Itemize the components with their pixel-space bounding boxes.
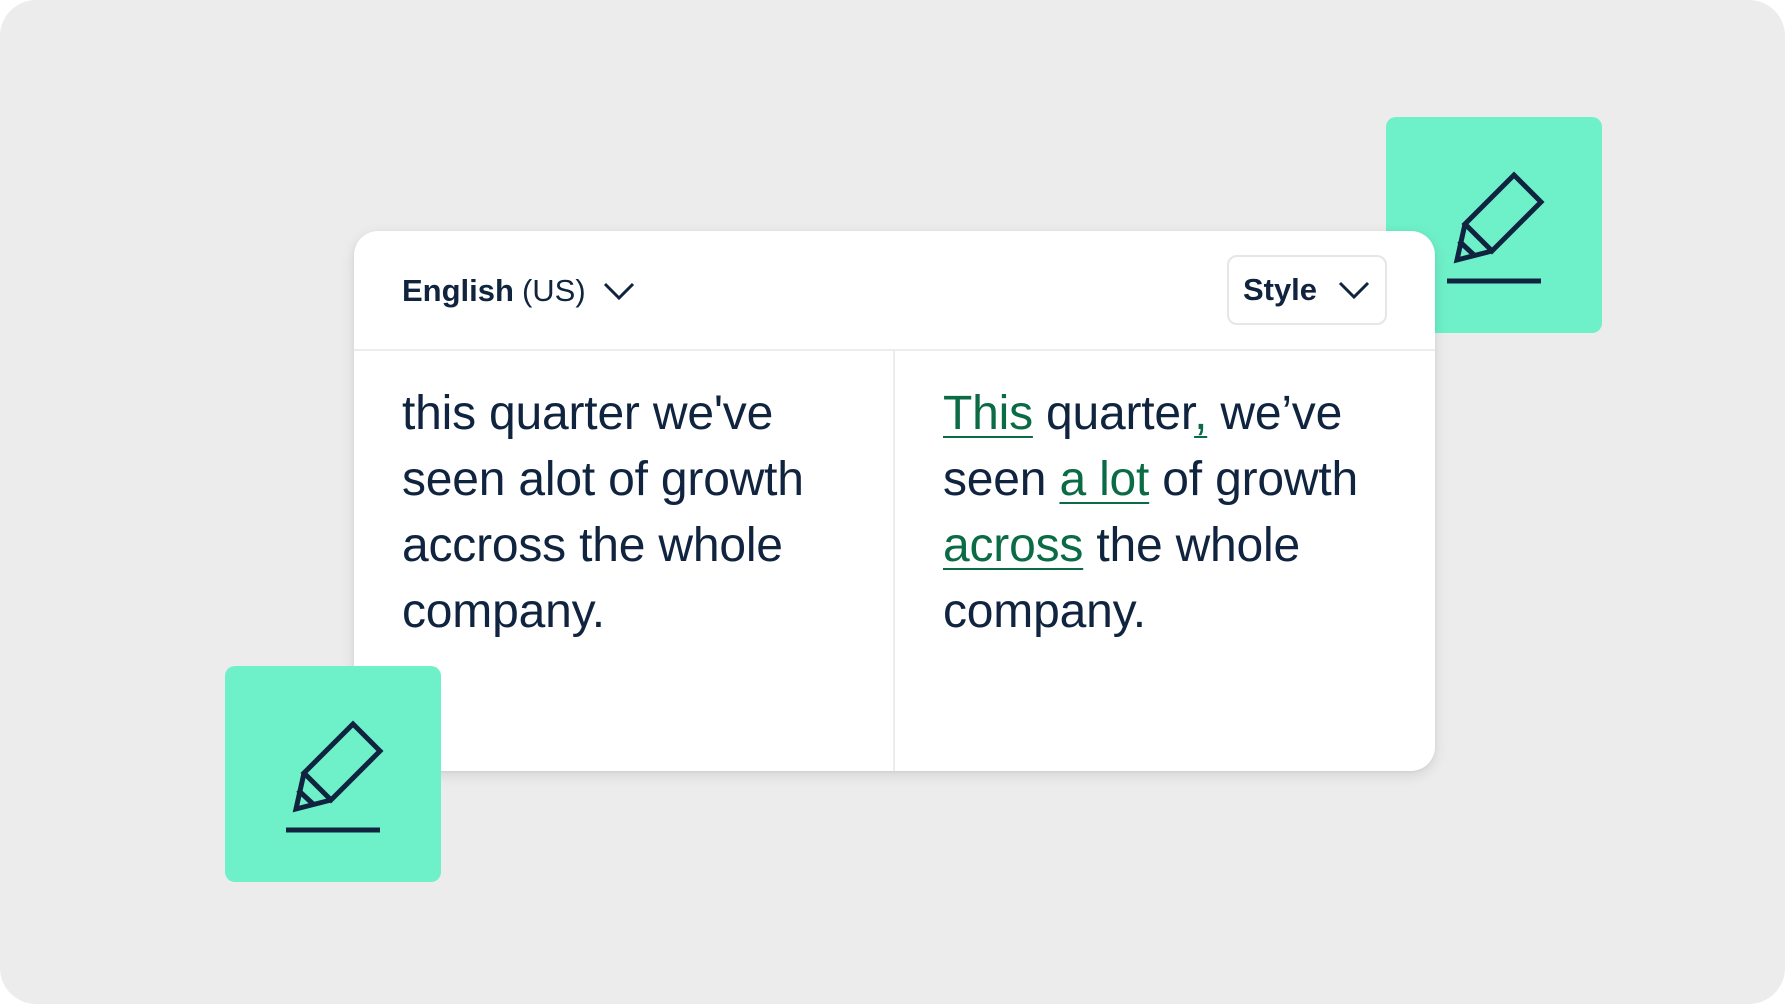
original-line: this quarter we've (402, 387, 774, 440)
pencil-edit-icon (286, 720, 384, 833)
original-line: seen alot of growth (402, 453, 804, 506)
corrected-line: This quarter, we’ve (943, 381, 1403, 447)
card-header: English (US) Style (354, 231, 1435, 351)
correction-capitalization[interactable]: This (943, 387, 1033, 440)
correction-spelling[interactable]: a lot (1059, 453, 1149, 506)
pane-divider (893, 350, 895, 771)
language-name: English (402, 273, 514, 308)
corrected-line: seen a lot of growth (943, 447, 1403, 513)
corrected-text: of growth (1149, 453, 1358, 506)
corrected-line: company. (943, 579, 1403, 645)
style-label: Style (1242, 272, 1318, 307)
corrected-text: company. (943, 585, 1146, 638)
style-dropdown-button[interactable]: Style (1227, 255, 1387, 325)
canvas: English (US) Style this quarter we've se… (0, 0, 1785, 1004)
grammar-card: English (US) Style this quarter we've se… (354, 231, 1435, 771)
corrected-line: across the whole (943, 513, 1403, 579)
chevron-down-icon (1338, 281, 1370, 300)
corrected-text: we’ve (1207, 387, 1343, 440)
original-line: accross the whole (402, 519, 783, 572)
corrected-text: seen (943, 453, 1060, 506)
corrected-text: the whole (1083, 519, 1301, 572)
edit-tile-bottom (225, 666, 441, 882)
corrected-text: quarter (1032, 387, 1195, 440)
language-selector[interactable]: English (US) (402, 269, 636, 313)
language-region: (US) (521, 273, 586, 308)
original-text-pane[interactable]: this quarter we've seen alot of growth a… (402, 381, 872, 645)
correction-spelling[interactable]: across (943, 519, 1083, 572)
corrected-text-pane[interactable]: This quarter, we’ve seen a lot of growth… (943, 381, 1403, 645)
chevron-down-icon (603, 282, 634, 301)
correction-comma[interactable]: , (1194, 387, 1207, 440)
original-line: company. (402, 585, 605, 638)
